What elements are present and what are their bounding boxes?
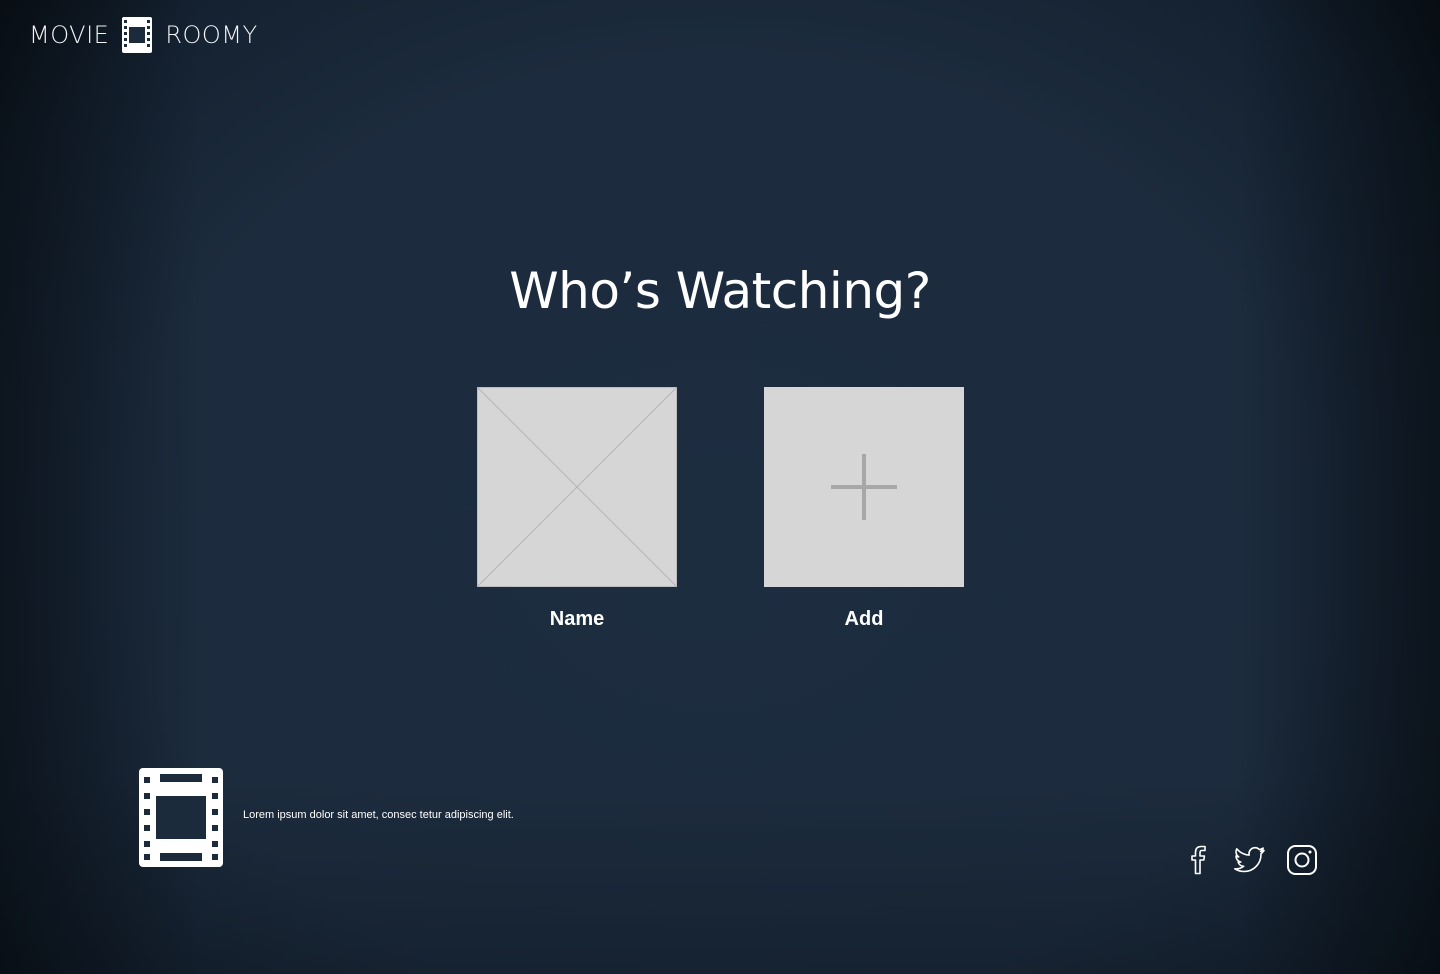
add-profile-button[interactable]: Add: [764, 387, 964, 631]
page-title: Who’s Watching?: [509, 262, 931, 320]
plus-icon: [764, 387, 964, 587]
add-profile-label: Add: [844, 608, 884, 630]
instagram-icon[interactable]: [1285, 843, 1319, 877]
brand-right-word: ROOMY: [165, 21, 258, 49]
brand-left-word: MOVIE: [29, 21, 110, 49]
twitter-icon[interactable]: [1233, 843, 1267, 877]
footer-film-strip-icon: [139, 768, 223, 867]
profile-card-name[interactable]: Name: [477, 387, 677, 631]
profile-name-label: Name: [549, 608, 605, 630]
film-strip-icon: [122, 17, 153, 53]
footer-description: Lorem ipsum dolor sit amet, consec tetur…: [243, 809, 514, 821]
facebook-icon[interactable]: [1182, 843, 1216, 877]
placeholder-image-icon: [477, 387, 677, 587]
brand-logo[interactable]: MOVIE ROOMY: [29, 17, 258, 53]
